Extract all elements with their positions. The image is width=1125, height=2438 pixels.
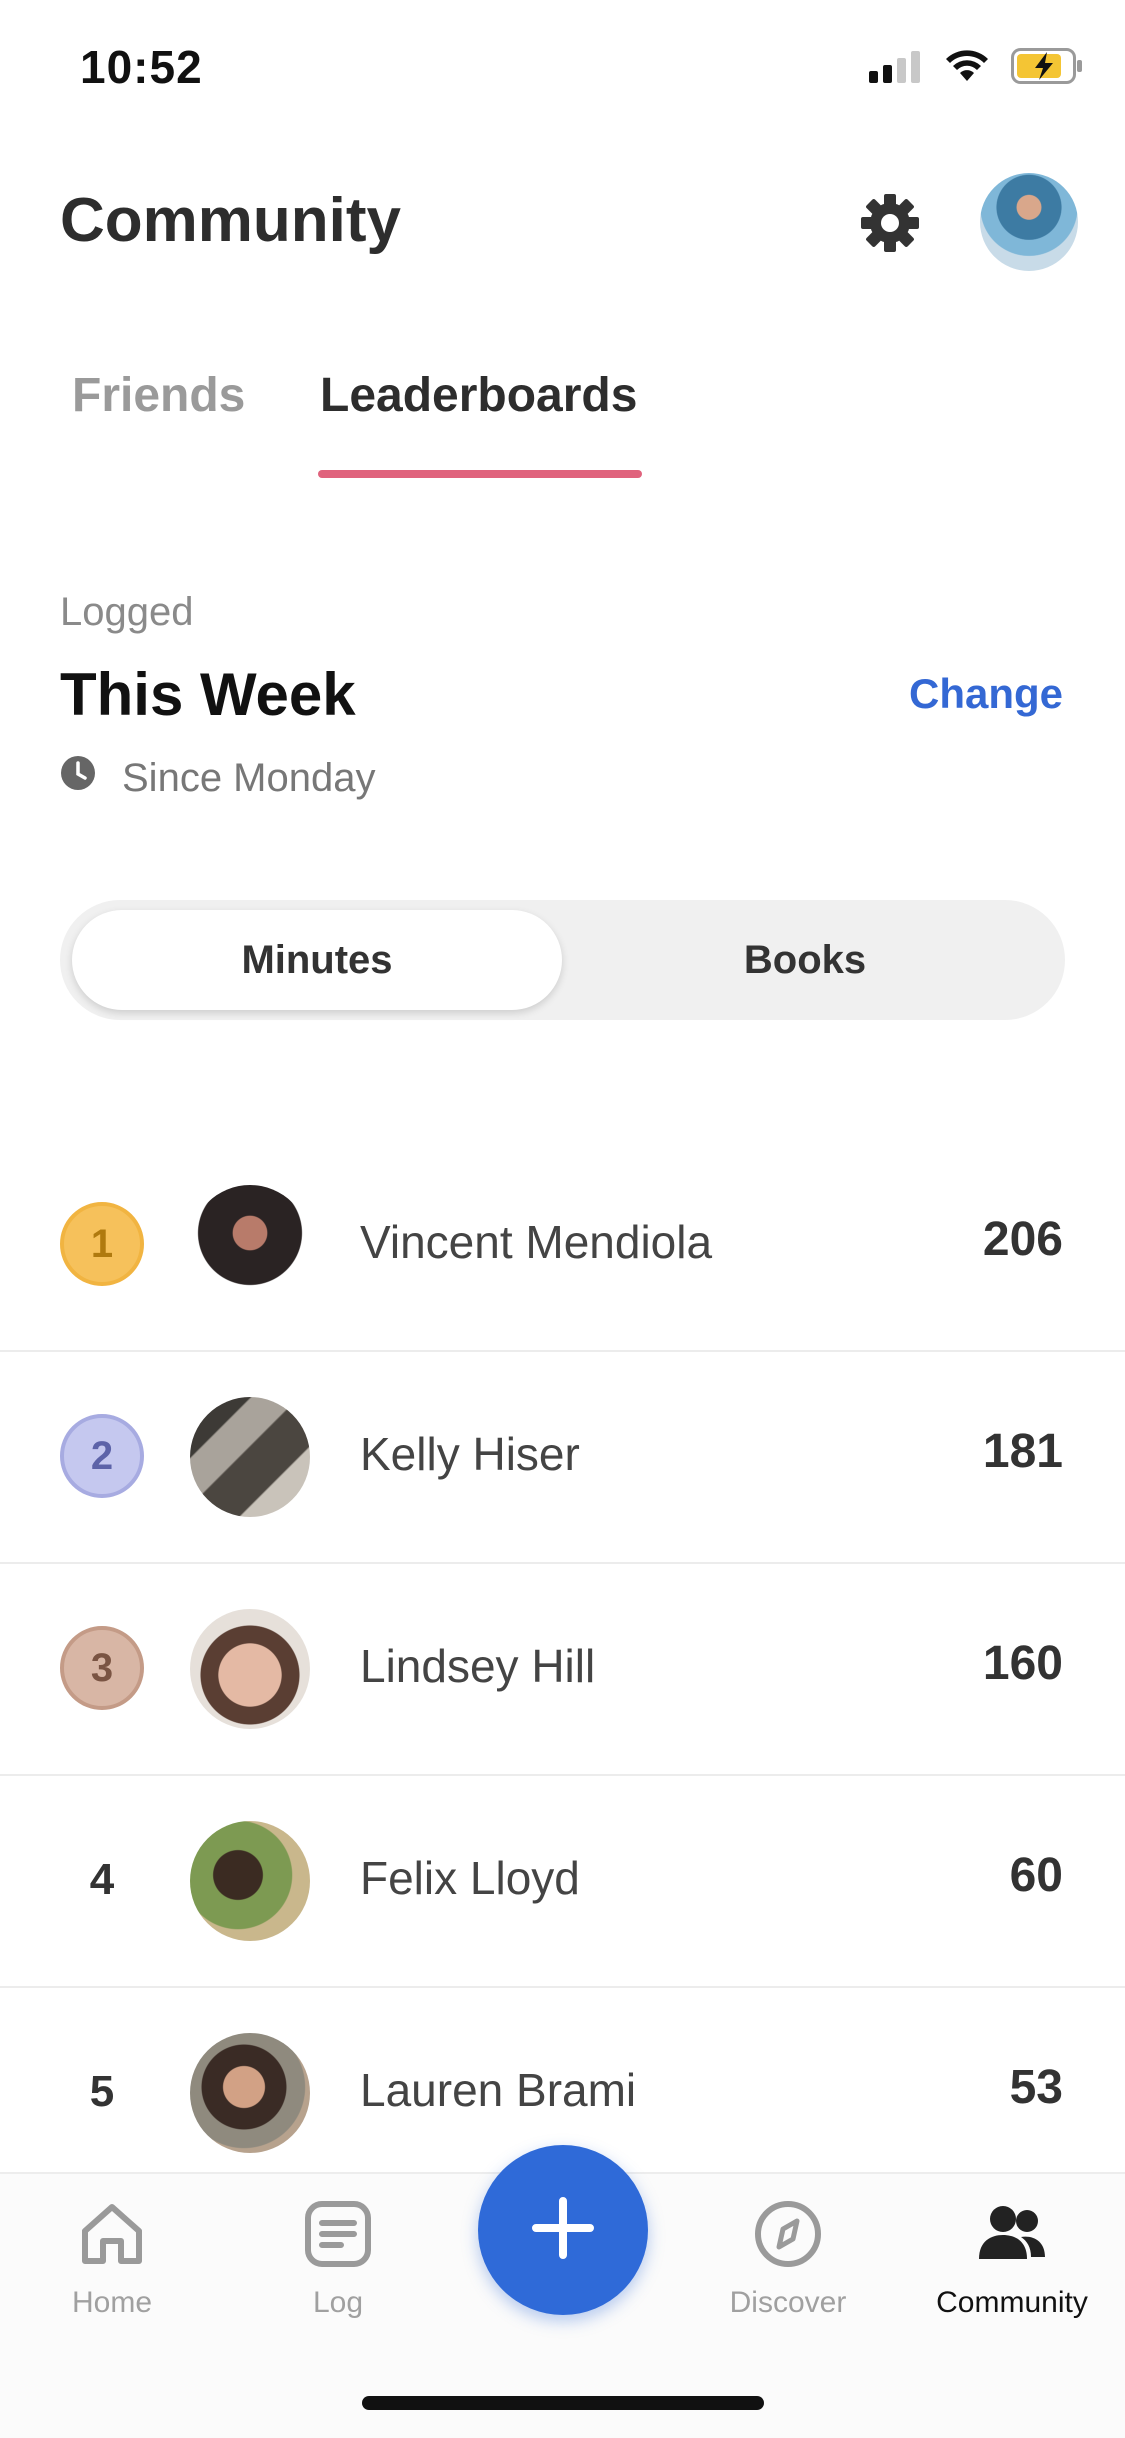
nav-home[interactable]: Home [32,2199,192,2320]
profile-avatar[interactable] [980,173,1078,271]
page-title: Community [60,186,401,255]
wifi-icon [945,49,989,88]
clock-icon [60,755,96,801]
rank-number: 3 [90,1645,114,1690]
nav-label: Log [312,2286,364,2319]
bronze-medal-icon: 3 [60,1626,144,1710]
segment-books[interactable]: Books [560,910,1050,1010]
signal-icon [869,49,923,88]
user-score: 181 [982,1425,1063,1478]
avatar [190,1609,310,1729]
settings-button[interactable] [855,190,925,260]
plus-icon [528,2193,598,2268]
leaderboard-row[interactable]: 2 Kelly Hiser 181 [0,1352,1125,1564]
home-icon [77,2199,147,2274]
avatar [190,1397,310,1517]
rank-number: 4 [89,1855,115,1904]
leaderboard-row[interactable]: 4 Felix Lloyd 60 [0,1776,1125,1988]
since-row: Since Monday [60,755,375,801]
user-name: Lauren Brami [360,2064,637,2116]
status-icons [869,48,1083,89]
user-score: 53 [1009,2061,1063,2114]
nav-label: Home [71,2286,153,2319]
status-time: 10:52 [80,41,203,93]
metric-segmented-control: Minutes Books [60,900,1065,1020]
nav-discover[interactable]: Discover [708,2199,868,2320]
user-score: 160 [982,1637,1063,1690]
people-icon [975,2199,1049,2274]
tab-friends[interactable]: Friends [72,330,245,460]
compass-icon [753,2199,823,2274]
tab-bar: Friends Leaderboards [0,330,1125,490]
active-tab-indicator [318,470,642,478]
user-name: Vincent Mendiola [360,1216,713,1268]
rank-number: 1 [90,1221,114,1266]
segment-minutes[interactable]: Minutes [72,910,562,1010]
rank-number: 2 [90,1433,114,1478]
gold-medal-icon: 1 [60,1202,144,1286]
user-score: 206 [982,1213,1063,1266]
nav-label: Discover [729,2286,847,2319]
status-bar: 10:52 [0,0,1125,130]
rank-number: 5 [89,2067,115,2116]
user-name: Kelly Hiser [360,1428,580,1480]
nav-log[interactable]: Log [258,2199,418,2320]
avatar [190,2033,310,2153]
user-score: 60 [1009,1849,1063,1902]
nav-community[interactable]: Community [932,2199,1092,2320]
leaderboard-list: 1 Vincent Mendiola 206 2 Kelly Hiser 181… [0,1140,1125,2198]
leaderboard-row[interactable]: 3 Lindsey Hill 160 [0,1564,1125,1776]
since-label: Since Monday [122,755,376,800]
logged-label: Logged [60,590,194,634]
avatar [190,1821,310,1941]
avatar [190,1185,310,1305]
home-indicator [362,2396,764,2410]
user-name: Lindsey Hill [360,1640,596,1692]
gear-icon [860,193,920,258]
change-period-button[interactable]: Change [909,670,1063,718]
battery-icon [1011,48,1083,89]
leaderboard-row[interactable]: 1 Vincent Mendiola 206 [0,1140,1125,1352]
user-name: Felix Lloyd [360,1852,580,1904]
period-title: This Week [60,661,356,728]
add-log-button[interactable] [478,2145,648,2315]
tab-leaderboards[interactable]: Leaderboards [320,330,637,460]
nav-label: Community [936,2286,1088,2319]
silver-medal-icon: 2 [60,1414,144,1498]
log-icon [303,2199,373,2274]
